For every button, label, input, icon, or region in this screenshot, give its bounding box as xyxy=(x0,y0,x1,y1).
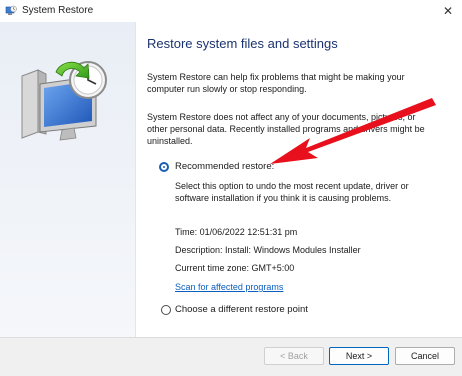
computer-clock-restore-icon xyxy=(21,61,107,141)
next-button[interactable]: Next > xyxy=(329,347,389,365)
scan-affected-programs-link[interactable]: Scan for affected programs xyxy=(175,282,283,292)
restore-description: Description: Install: Windows Modules In… xyxy=(175,245,361,255)
restore-time: Time: 01/06/2022 12:51:31 pm xyxy=(175,227,298,237)
title-bar: System Restore ✕ xyxy=(0,0,462,22)
info-text: System Restore does not affect any of yo… xyxy=(147,112,425,146)
left-panel xyxy=(0,22,136,337)
different-restore-label[interactable]: Choose a different restore point xyxy=(175,304,308,315)
intro-text: System Restore can help fix problems tha… xyxy=(147,72,405,94)
button-bar xyxy=(0,337,462,376)
restore-timezone: Current time zone: GMT+5:00 xyxy=(175,263,295,273)
recommended-restore-radio[interactable] xyxy=(159,162,169,172)
recommended-restore-label[interactable]: Recommended restore: xyxy=(175,161,274,172)
different-restore-radio[interactable] xyxy=(161,305,171,315)
back-button[interactable]: < Back xyxy=(264,347,324,365)
recommended-description: Select this option to undo the most rece… xyxy=(175,181,409,203)
window-title: System Restore xyxy=(22,5,94,16)
cancel-button[interactable]: Cancel xyxy=(395,347,455,365)
close-icon[interactable]: ✕ xyxy=(440,3,456,19)
page-title: Restore system files and settings xyxy=(147,36,338,51)
system-restore-icon xyxy=(5,5,17,15)
